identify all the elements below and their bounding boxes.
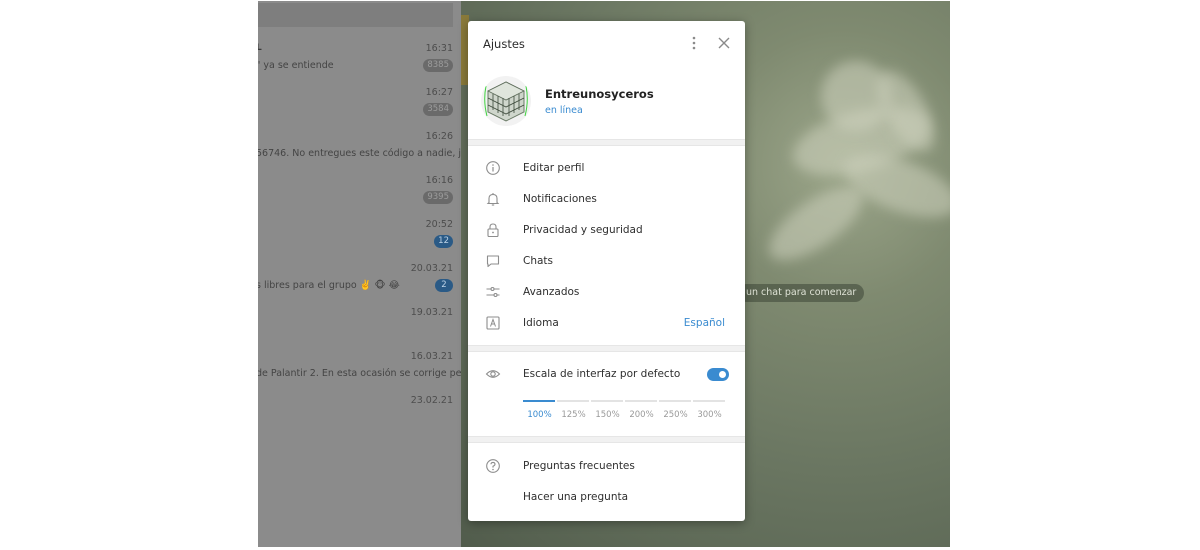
- profile-section[interactable]: Entreunosyceros en línea: [468, 67, 745, 139]
- scale-segment: [591, 400, 623, 402]
- scale-option-200[interactable]: 200%: [625, 410, 658, 420]
- chat-time: 16:27: [425, 87, 453, 98]
- chat-preview: 56746. No entregues este código a nadie,…: [258, 148, 461, 159]
- chat-title: L: [258, 43, 262, 53]
- chat-list-item[interactable]: 19.03.21: [258, 301, 461, 345]
- section-divider: [468, 139, 745, 146]
- menu-item-language[interactable]: Idioma Español: [468, 308, 745, 339]
- lock-icon: [487, 223, 499, 238]
- avatar-image: [481, 76, 531, 126]
- more-menu-button[interactable]: [685, 34, 703, 52]
- chat-list-item[interactable]: 23.02.21: [258, 389, 461, 433]
- online-status: en línea: [545, 105, 583, 116]
- settings-header: Ajustes: [468, 21, 745, 67]
- chat-time: 16:26: [425, 131, 453, 142]
- menu-item-chats[interactable]: Chats: [468, 246, 745, 277]
- interface-scale-label: Escala de interfaz por defecto: [523, 368, 681, 380]
- scale-option-125[interactable]: 125%: [557, 410, 590, 420]
- unread-badge: 3584: [423, 103, 453, 116]
- letter-a-icon: [486, 316, 500, 330]
- search-bar[interactable]: [258, 3, 453, 27]
- scale-slider[interactable]: [523, 400, 726, 402]
- chat-list-item[interactable]: 20.03.21 s libres para el grupo ✌️ 🐵 😂 2: [258, 257, 461, 301]
- chat-list-item[interactable]: 16:26 56746. No entregues este código a …: [258, 125, 461, 169]
- scale-segment: [659, 400, 691, 402]
- profile-name: Entreunosyceros: [545, 87, 654, 101]
- sliders-icon: [486, 286, 500, 298]
- scale-option-250[interactable]: 250%: [659, 410, 692, 420]
- unread-badge: 12: [434, 235, 453, 248]
- unread-badge: 2: [435, 279, 453, 292]
- chat-preview: " ya se entiende: [258, 60, 334, 71]
- language-value: Español: [683, 317, 725, 329]
- close-button[interactable]: [715, 34, 733, 52]
- chat-preview: s libres para el grupo ✌️ 🐵 😂: [258, 280, 400, 291]
- eye-icon: [485, 370, 501, 378]
- menu-item-label: Chats: [523, 255, 554, 267]
- chat-list-item[interactable]: 20:52 12: [258, 213, 461, 257]
- wallpaper-petal: [821, 61, 891, 131]
- dialog-title: Ajustes: [483, 37, 525, 51]
- unread-badge: 9395: [423, 191, 453, 204]
- chat-preview: de Palantir 2. En esta ocasión se corrig…: [258, 368, 461, 379]
- chat-time: 20:52: [425, 219, 453, 230]
- bell-icon: [486, 193, 500, 206]
- chat-list-item[interactable]: 16:16 9395: [258, 169, 461, 213]
- menu-item-label: Preguntas frecuentes: [523, 460, 635, 472]
- scale-segment: [557, 400, 589, 402]
- chat-bubble-icon: [486, 255, 500, 268]
- chat-list-item[interactable]: 16.03.21 de Palantir 2. En esta ocasión …: [258, 345, 461, 389]
- scale-option-300[interactable]: 300%: [693, 410, 726, 420]
- close-icon: [718, 37, 730, 49]
- menu-item-label: Editar perfil: [523, 162, 585, 174]
- chat-time: 16:31: [425, 43, 453, 54]
- settings-dialog: Ajustes Entreunosyceros en línea Editar …: [468, 21, 745, 521]
- menu-item-advanced[interactable]: Avanzados: [468, 277, 745, 308]
- chat-time: 23.02.21: [410, 395, 453, 406]
- question-icon: [486, 459, 500, 473]
- toggle-knob: [717, 369, 728, 380]
- menu-item-ask-question[interactable]: Hacer una pregunta: [468, 482, 745, 513]
- menu-item-faq[interactable]: Preguntas frecuentes: [468, 451, 745, 482]
- chat-time: 16:16: [425, 175, 453, 186]
- interface-scale-row[interactable]: Escala de interfaz por defecto: [468, 359, 745, 390]
- menu-item-label: Idioma: [523, 317, 559, 329]
- menu-item-label: Notificaciones: [523, 193, 597, 205]
- menu-item-edit-profile[interactable]: Editar perfil: [468, 153, 745, 184]
- wallpaper-petal: [758, 173, 874, 274]
- info-icon: [486, 161, 500, 175]
- scale-option-150[interactable]: 150%: [591, 410, 624, 420]
- scale-option-100[interactable]: 100%: [523, 410, 556, 420]
- default-scale-toggle[interactable]: [707, 368, 729, 381]
- select-chat-hint: un chat para comenzar: [738, 284, 865, 302]
- menu-item-label: Hacer una pregunta: [523, 491, 629, 503]
- chat-time: 20.03.21: [410, 263, 453, 274]
- unread-badge: 8385: [423, 59, 453, 72]
- chat-time: 16.03.21: [410, 351, 453, 362]
- scale-segment: [625, 400, 657, 402]
- chat-list-item[interactable]: 16:27 3584: [258, 81, 461, 125]
- menu-item-privacy[interactable]: Privacidad y seguridad: [468, 215, 745, 246]
- menu-item-label: Avanzados: [523, 286, 580, 298]
- scale-segment: [523, 400, 555, 402]
- scale-segment: [693, 400, 725, 402]
- section-divider: [468, 345, 745, 352]
- menu-item-label: Privacidad y seguridad: [523, 224, 643, 236]
- avatar[interactable]: [481, 76, 531, 126]
- chat-list-panel: L 16:31 " ya se entiende 8385 16:27 3584…: [258, 1, 461, 547]
- chat-time: 19.03.21: [410, 307, 453, 318]
- more-vertical-icon: [692, 36, 696, 50]
- section-divider: [468, 436, 745, 443]
- menu-item-notifications[interactable]: Notificaciones: [468, 184, 745, 215]
- chat-list-item[interactable]: L 16:31 " ya se entiende 8385: [258, 37, 461, 81]
